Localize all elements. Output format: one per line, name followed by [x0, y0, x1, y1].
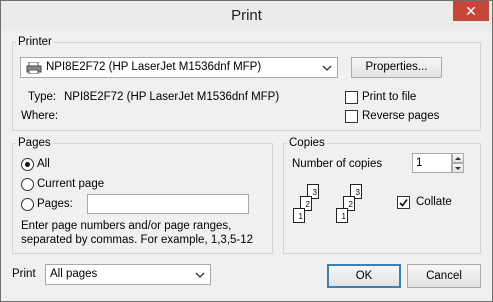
all-radio[interactable]	[21, 158, 34, 171]
collate-label: Collate	[416, 196, 452, 208]
number-of-copies-value: 1	[416, 157, 423, 169]
number-of-copies-label: Number of copies	[292, 158, 383, 170]
window-title: Print	[231, 7, 262, 24]
title-bar: Print ✕	[1, 1, 492, 31]
print-range-select[interactable]: All pages	[45, 264, 211, 285]
print-to-file-checkbox[interactable]	[345, 91, 358, 104]
collate-page-1: 1	[336, 208, 348, 223]
spin-down-icon	[455, 167, 461, 170]
print-range-value: All pages	[50, 268, 98, 280]
all-radio-label: All	[37, 158, 50, 170]
current-page-radio-label: Current page	[37, 178, 105, 190]
collate-checkbox[interactable]	[397, 196, 410, 209]
ok-button[interactable]: OK	[327, 264, 401, 288]
printer-type-label: Type:	[28, 91, 57, 103]
chevron-down-icon	[322, 65, 332, 71]
close-button[interactable]: ✕	[453, 1, 489, 21]
pages-input[interactable]	[87, 194, 249, 214]
properties-button-label: Properties...	[365, 61, 428, 73]
printer-group-label: Printer	[16, 36, 54, 49]
copies-spin-up-button[interactable]	[452, 153, 464, 163]
properties-button[interactable]: Properties...	[351, 57, 442, 78]
pages-radio[interactable]	[21, 198, 34, 211]
pages-hint-line1: Enter page numbers and/or page ranges,	[21, 220, 232, 232]
reverse-pages-label: Reverse pages	[362, 110, 440, 122]
printer-type-value: NPI8E2F72 (HP LaserJet M1536dnf MFP)	[64, 91, 280, 103]
collate-page-1: 1	[293, 208, 305, 223]
printer-where-label: Where:	[21, 110, 59, 122]
checkmark-icon	[399, 199, 408, 207]
printer-select-value: NPI8E2F72 (HP LaserJet M1536dnf MFP)	[46, 61, 262, 73]
print-range-label: Print	[12, 268, 36, 280]
number-of-copies-input[interactable]: 1	[412, 153, 452, 173]
cancel-button[interactable]: Cancel	[407, 264, 481, 288]
copies-spin-down-button[interactable]	[452, 163, 464, 173]
spin-up-icon	[455, 157, 461, 160]
close-icon: ✕	[465, 3, 477, 19]
cancel-button-label: Cancel	[426, 270, 462, 282]
print-dialog: Print ✕ Printer NPI8E2F72 (HP LaserJet M…	[0, 0, 493, 302]
chevron-down-icon	[195, 272, 205, 278]
printer-select[interactable]: NPI8E2F72 (HP LaserJet M1536dnf MFP)	[20, 57, 338, 78]
pages-radio-label: Pages:	[37, 198, 73, 210]
pages-group-label: Pages	[16, 137, 53, 150]
print-to-file-label: Print to file	[362, 91, 417, 103]
reverse-pages-checkbox[interactable]	[345, 110, 358, 123]
pages-hint-line2: separated by commas. For example, 1,3,5-…	[21, 234, 254, 246]
printer-icon	[26, 62, 42, 74]
current-page-radio[interactable]	[21, 178, 34, 191]
ok-button-label: OK	[355, 270, 373, 282]
copies-group-label: Copies	[287, 137, 327, 150]
